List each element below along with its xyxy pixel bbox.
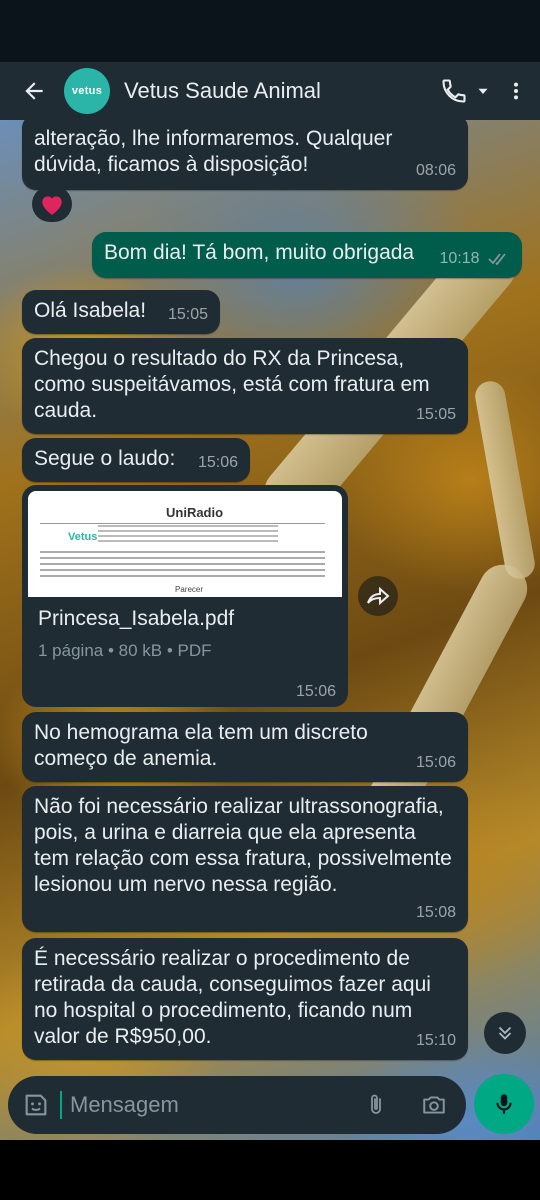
preview-text-lines [98,525,278,543]
contact-avatar[interactable]: vetus [64,68,110,114]
menu-button[interactable] [502,71,530,111]
message-bubble-incoming[interactable]: É necessário realizar o procedimento de … [22,938,468,1060]
preview-text-lines [40,551,325,577]
preview-brand: UniRadio [166,505,224,520]
message-text: alteração, lhe informaremos. Qualquer dú… [34,127,393,176]
message-time: 15:06 [415,754,456,771]
text-cursor [60,1091,62,1119]
wallpaper-branch [472,378,538,582]
message-bubble-incoming[interactable]: alteração, lhe informaremos. Qualquer dú… [22,114,468,190]
voice-record-button[interactable] [474,1074,534,1134]
document-preview[interactable]: UniRadio Vetus Parecer [28,491,342,597]
message-text: É necessário realizar o procedimento de … [34,947,431,1048]
back-arrow-icon [25,82,43,100]
caret-down-icon[interactable] [474,82,492,100]
document-meta: 1 página • 80 kB • PDF [38,641,212,660]
system-nav-bar [0,1140,540,1200]
emoji-button[interactable] [16,1085,56,1125]
status-bar [0,0,540,62]
message-time: 10:18 [440,246,511,272]
preview-line [40,523,325,524]
microphone-icon [496,1094,512,1114]
phone-icon [442,79,466,103]
message-time-text: 10:18 [439,250,480,267]
heart-icon [42,196,62,215]
preview-logo: Vetus [68,531,98,543]
message-time: 15:06 [295,683,336,700]
message-bubble-incoming[interactable]: Segue o laudo: 15:06 [22,438,250,482]
message-time: 08:06 [415,162,456,179]
chat-header: vetus Vetus Saude Animal [0,62,540,120]
call-button[interactable] [440,71,492,111]
message-bubble-incoming[interactable]: Olá Isabela! 15:05 [22,290,220,334]
more-vertical-icon [513,82,519,100]
double-check-icon [488,253,506,266]
document-filename: Princesa_Isabela.pdf [38,607,235,630]
message-bubble-incoming[interactable]: Chegou o resultado do RX da Princesa, co… [22,338,468,434]
camera-icon [423,1096,445,1114]
forward-button[interactable] [358,576,398,616]
sticker-icon [25,1094,47,1116]
reaction-badge[interactable] [32,186,72,222]
double-chevron-down-icon [498,1026,512,1040]
message-text: Não foi necessário realizar ultrassonogr… [34,795,452,896]
message-bubble-incoming[interactable]: Não foi necessário realizar ultrassonogr… [22,786,468,932]
message-text: Chegou o resultado do RX da Princesa, co… [34,347,430,422]
forward-icon [367,586,390,606]
message-time: 15:05 [167,306,208,323]
message-time: 15:05 [415,406,456,423]
document-message[interactable]: UniRadio Vetus Parecer Princesa_Isabela.… [22,485,348,707]
avatar-text: vetus [71,85,103,97]
message-input[interactable] [70,1092,350,1118]
camera-button[interactable] [414,1085,454,1125]
scroll-to-bottom-button[interactable] [484,1012,526,1054]
message-bubble-incoming[interactable]: No hemograma ela tem um discreto começo … [22,712,468,782]
message-text: No hemograma ela tem um discreto começo … [34,721,368,770]
contact-name[interactable]: Vetus Saude Animal [124,78,321,104]
message-bubble-outgoing[interactable]: Bom dia! Tá bom, muito obrigada 10:18 [92,232,522,278]
message-time: 15:08 [415,904,456,921]
paperclip-icon [371,1094,381,1114]
preview-footer: Parecer [175,585,204,594]
attach-button[interactable] [356,1085,396,1125]
back-button[interactable] [12,69,56,113]
message-time: 15:10 [415,1032,456,1049]
message-time: 15:06 [197,454,238,471]
message-composer [8,1076,466,1134]
